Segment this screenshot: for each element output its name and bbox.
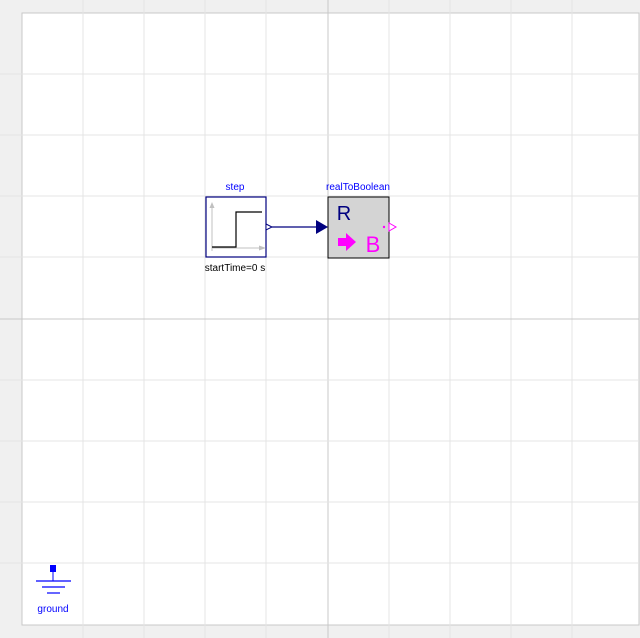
realtoboolean-input-letter: R	[337, 203, 351, 225]
step-parameter-label: startTime=0 s	[204, 263, 266, 274]
step-block[interactable]	[205, 196, 274, 258]
ground-port[interactable]	[50, 565, 56, 572]
ground-name-label: ground	[37, 604, 69, 615]
diagram-canvas[interactable]: R B	[0, 0, 640, 638]
step-name-label: step	[225, 182, 245, 193]
realtoboolean-output-letter: B	[366, 232, 381, 257]
realtoboolean-block[interactable]: R B	[316, 196, 398, 259]
realtoboolean-name-label: realToBoolean	[326, 182, 390, 193]
output-port-dot	[382, 225, 386, 229]
